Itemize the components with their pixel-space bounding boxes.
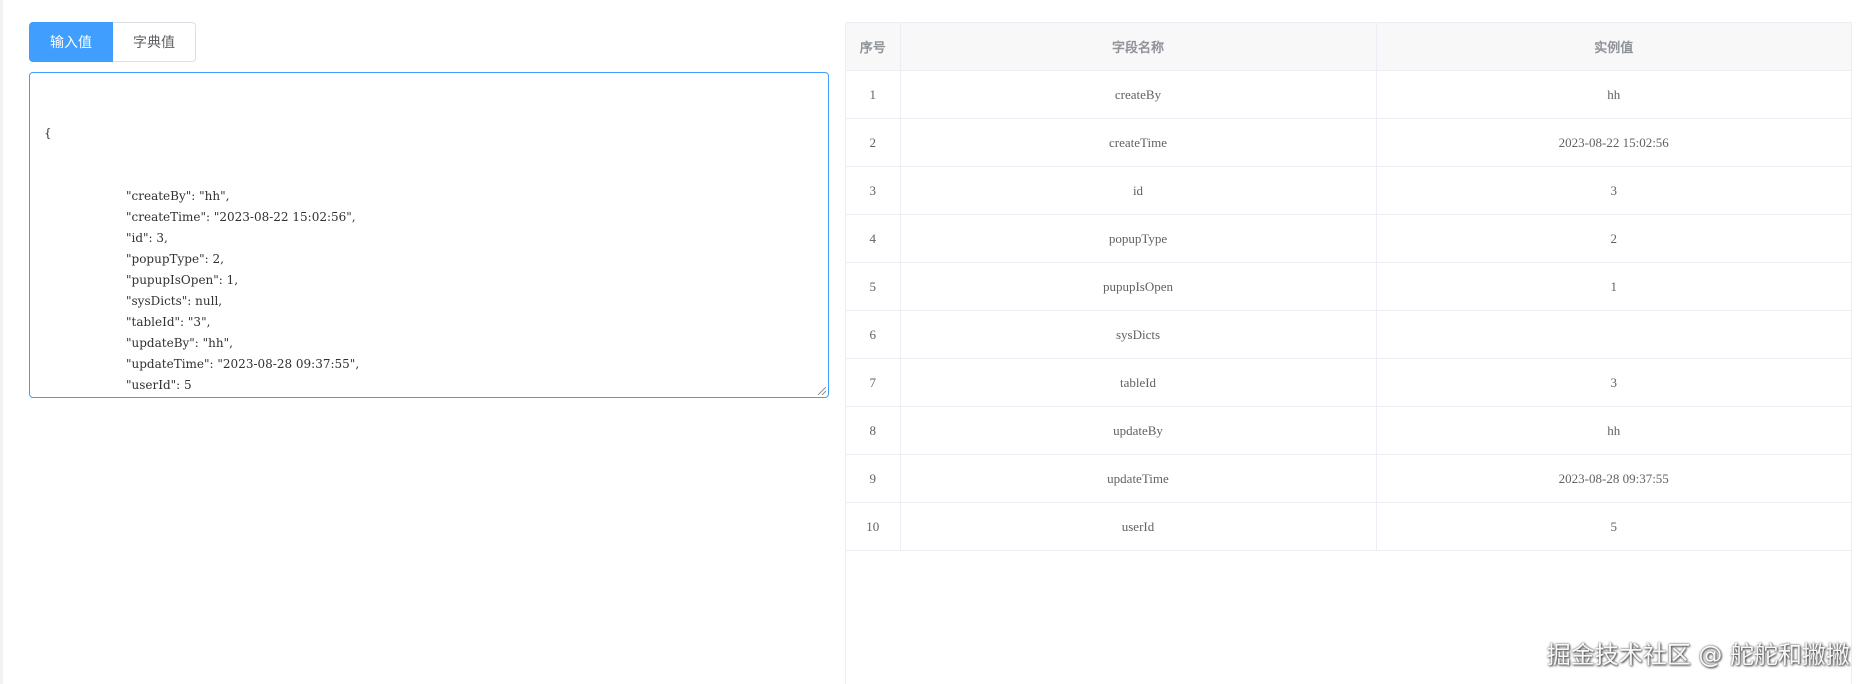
json-line: "pupupIsOpen": 1, <box>126 273 239 287</box>
json-input-textarea[interactable]: { "createBy": "hh", "createTime": "2023-0… <box>29 72 829 398</box>
cell-example-value: 2 <box>1376 214 1851 263</box>
json-line: "sysDicts": null, <box>126 294 223 308</box>
table-row: 3 id 3 <box>846 166 1851 215</box>
cell-field-name: userId <box>900 502 1377 551</box>
cell-index: 2 <box>846 118 901 167</box>
table-row: 1 createBy hh <box>846 70 1851 119</box>
table-row: 10 userId 5 <box>846 502 1851 551</box>
header-field-name: 字段名称 <box>900 23 1377 71</box>
table-row: 8 updateBy hh <box>846 406 1851 455</box>
cell-index: 8 <box>846 406 901 455</box>
cell-index: 1 <box>846 70 901 119</box>
cell-example-value: 5 <box>1376 502 1851 551</box>
table-row: 9 updateTime 2023-08-28 09:37:55 <box>846 454 1851 503</box>
cell-example-value: 2023-08-28 09:37:55 <box>1376 454 1851 503</box>
cell-index: 10 <box>846 502 901 551</box>
tab-dict-value[interactable]: 字典值 <box>113 22 196 62</box>
cell-field-name: createBy <box>900 70 1377 119</box>
cell-example-value: hh <box>1376 406 1851 455</box>
cell-index: 5 <box>846 262 901 311</box>
watermark: 掘金技术社区 @ 舵舵和撇撇 <box>1546 641 1850 669</box>
cell-example-value: hh <box>1376 70 1851 119</box>
left-edge-divider <box>0 0 3 684</box>
table-body: 1 createBy hh 2 createTime 2023-08-22 15:02:5… <box>846 70 1851 551</box>
json-line: "userId": 5 <box>126 378 192 392</box>
page: 输入值 字典值 { "createBy": "hh", "createTime":… <box>0 0 1866 684</box>
tab-input-value[interactable]: 输入值 <box>29 22 113 62</box>
value-mode-tabs: 输入值 字典值 <box>29 22 196 62</box>
cell-index: 9 <box>846 454 901 503</box>
header-example-value: 实例值 <box>1376 23 1851 71</box>
json-line: "updateTime": "2023-08-28 09:37:55", <box>126 357 360 371</box>
cell-example-value: 3 <box>1376 166 1851 215</box>
cell-index: 6 <box>846 310 901 359</box>
cell-field-name: tableId <box>900 358 1377 407</box>
cell-example-value: 2023-08-22 15:02:56 <box>1376 118 1851 167</box>
table-row: 4 popupType 2 <box>846 214 1851 263</box>
cell-field-name: sysDicts <box>900 310 1377 359</box>
table-row: 2 createTime 2023-08-22 15:02:56 <box>846 118 1851 167</box>
table-row: 7 tableId 3 <box>846 358 1851 407</box>
json-line: "createBy": "hh", <box>126 189 230 203</box>
resize-handle-icon[interactable] <box>818 387 826 395</box>
json-line: "updateBy": "hh", <box>126 336 233 350</box>
json-open-brace: { <box>44 126 52 140</box>
table-row: 6 sysDicts <box>846 310 1851 359</box>
json-line: "popupType": 2, <box>126 252 224 266</box>
json-line: "id": 3, <box>126 231 168 245</box>
table-row: 5 pupupIsOpen 1 <box>846 262 1851 311</box>
cell-index: 3 <box>846 166 901 215</box>
field-table: 序号 字段名称 实例值 1 createBy hh 2 createTime 2023-0… <box>845 22 1852 684</box>
cell-field-name: updateBy <box>900 406 1377 455</box>
cell-field-name: createTime <box>900 118 1377 167</box>
cell-field-name: id <box>900 166 1377 215</box>
json-lines: "createBy": "hh", "createTime": "2023-08-… <box>44 186 814 396</box>
json-line: "createTime": "2023-08-22 15:02:56", <box>126 210 356 224</box>
cell-field-name: pupupIsOpen <box>900 262 1377 311</box>
cell-field-name: updateTime <box>900 454 1377 503</box>
table-header-row: 序号 字段名称 实例值 <box>846 23 1851 71</box>
cell-field-name: popupType <box>900 214 1377 263</box>
json-line: "tableId": "3", <box>126 315 211 329</box>
cell-example-value: 3 <box>1376 358 1851 407</box>
cell-index: 4 <box>846 214 901 263</box>
cell-example-value: 1 <box>1376 262 1851 311</box>
cell-example-value <box>1376 310 1851 359</box>
header-index: 序号 <box>846 23 901 71</box>
cell-index: 7 <box>846 358 901 407</box>
